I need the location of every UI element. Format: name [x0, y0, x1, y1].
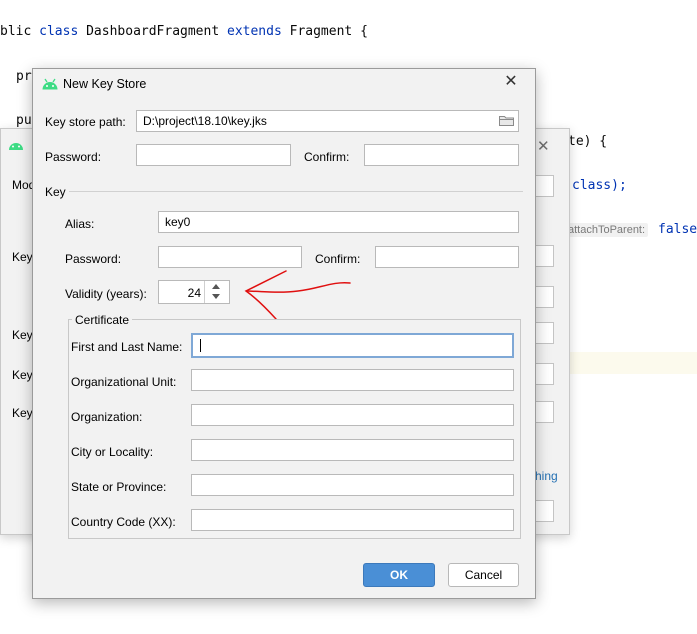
bg-field[interactable] [533, 245, 554, 267]
bg-link[interactable]: hing [535, 469, 558, 483]
text-caret [200, 339, 201, 352]
code-fragment-pu: pu [16, 113, 32, 128]
key-confirm-field[interactable] [375, 246, 519, 268]
first-last-name-field[interactable] [191, 333, 514, 358]
cert-label-country-code: Country Code (XX): [71, 515, 176, 529]
code-line-class-declaration: blic class DashboardFragment extends Fra… [0, 24, 368, 39]
alias-value: key0 [165, 215, 191, 229]
bg-field[interactable] [533, 322, 554, 344]
state-province-field[interactable] [191, 474, 514, 496]
organization-field[interactable] [191, 404, 514, 426]
country-code-field[interactable] [191, 509, 514, 531]
chevron-down-icon[interactable] [212, 294, 220, 299]
annotation-arrow [244, 270, 351, 320]
city-locality-field[interactable] [191, 439, 514, 461]
bg-label-key: Key [12, 250, 33, 264]
cert-label-city: City or Locality: [71, 445, 154, 459]
cancel-button[interactable]: Cancel [448, 563, 519, 587]
key-password-label: Password: [65, 252, 122, 266]
store-password-label: Password: [45, 150, 102, 164]
key-store-path-label: Key store path: [45, 115, 126, 129]
code-fragment-pr: pr [16, 69, 32, 84]
bg-field[interactable] [533, 500, 554, 522]
chevron-up-icon[interactable] [212, 284, 220, 289]
cert-label-organization: Organization: [71, 410, 143, 424]
cert-label-first-last-name: First and Last Name: [71, 340, 183, 354]
alias-label: Alias: [65, 217, 95, 231]
title-bar: New Key Store ✕ [33, 69, 535, 99]
android-icon [42, 78, 58, 90]
bg-field[interactable] [533, 363, 554, 385]
bg-label-key: Key [12, 328, 33, 342]
code-fragment-te: te) { [568, 134, 608, 149]
key-password-field[interactable] [158, 246, 302, 268]
store-confirm-label: Confirm: [304, 150, 350, 164]
bg-dropdown[interactable] [533, 175, 554, 197]
code-fragment-class: class); [572, 178, 627, 193]
validity-stepper-buttons[interactable] [204, 281, 229, 303]
alias-field[interactable]: key0 [158, 211, 519, 233]
key-confirm-label: Confirm: [315, 252, 361, 266]
cert-label-org-unit: Organizational Unit: [71, 375, 177, 389]
code-keyword-false: false [658, 222, 697, 237]
store-password-field[interactable] [136, 144, 291, 166]
bg-field[interactable] [533, 401, 554, 423]
bg-label-key: Key [12, 406, 33, 420]
new-key-store-dialog: New Key Store ✕ Key store path: D:\proje… [32, 68, 536, 599]
bg-label-key: Key [12, 368, 33, 382]
folder-icon[interactable] [499, 115, 514, 126]
store-confirm-field[interactable] [364, 144, 519, 166]
key-section-divider [69, 191, 523, 192]
param-hint-attach-to-parent: attachToParent: [565, 223, 649, 237]
validity-spinner[interactable]: 24 [158, 280, 230, 304]
current-line-highlight [560, 352, 697, 374]
close-icon[interactable]: ✕ [537, 137, 550, 155]
organizational-unit-field[interactable] [191, 369, 514, 391]
bg-button[interactable] [533, 286, 554, 308]
key-store-path-value: D:\project\18.10\key.jks [143, 114, 267, 128]
android-icon [9, 143, 23, 150]
ok-button[interactable]: OK [363, 563, 435, 587]
dialog-title: New Key Store [63, 77, 147, 91]
close-icon[interactable]: ✕ [503, 74, 519, 90]
key-section-label: Key [45, 185, 66, 199]
key-store-path-field[interactable]: D:\project\18.10\key.jks [136, 110, 519, 132]
cert-label-state: State or Province: [71, 480, 167, 494]
validity-value: 24 [187, 286, 201, 300]
certificate-group-title: Certificate [72, 313, 133, 327]
validity-label: Validity (years): [65, 287, 147, 301]
